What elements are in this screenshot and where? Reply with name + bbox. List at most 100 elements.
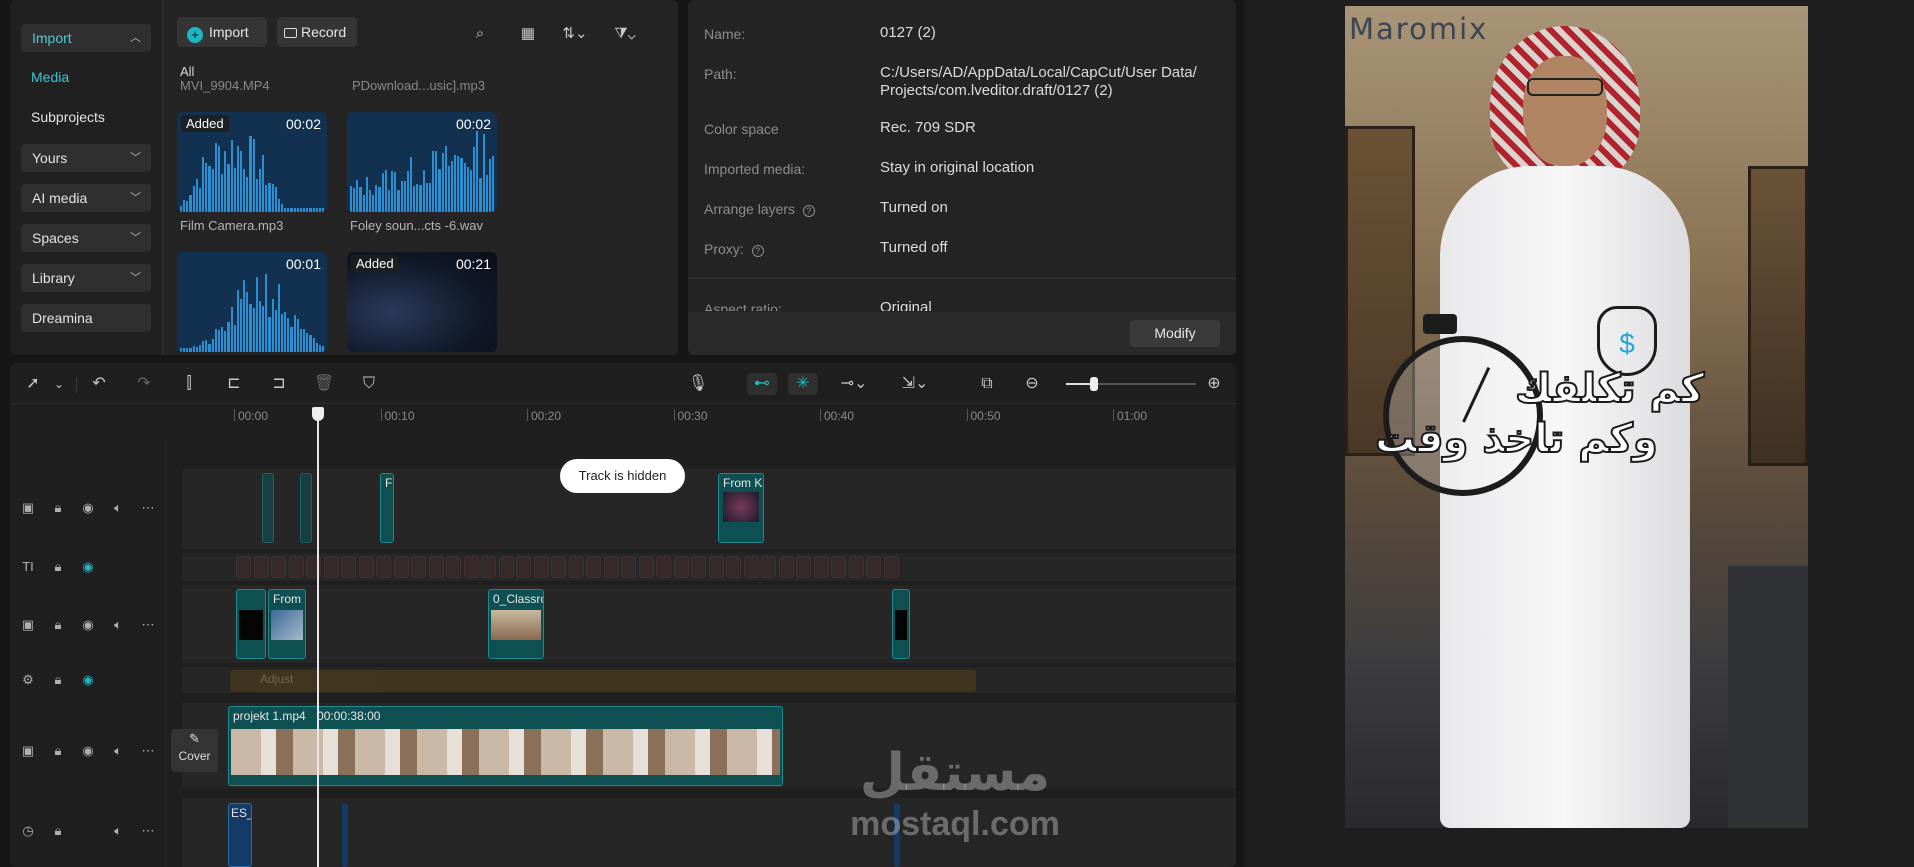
adjustment-clip[interactable]: Adjust — [230, 670, 976, 692]
text-clip[interactable] — [761, 556, 776, 578]
eye-icon[interactable]: ◉ — [80, 743, 96, 759]
modify-button[interactable]: Modify — [1130, 320, 1220, 347]
text-clip[interactable] — [691, 556, 706, 578]
speaker-icon[interactable]: 🔈︎ — [110, 617, 126, 633]
split-icon[interactable]: ⫿ — [178, 373, 200, 395]
text-clip[interactable] — [638, 556, 654, 578]
video-preview[interactable]: Maromix $ كم تكلفك وكم تاخذ وقت — [1345, 6, 1808, 828]
lock-icon[interactable]: 🔒︎ — [50, 559, 66, 575]
microphone-icon[interactable]: 🎙 — [687, 373, 709, 395]
sidebar-item-ai-media[interactable]: AI media ﹀ — [21, 184, 151, 212]
text-clip[interactable] — [866, 556, 881, 578]
text-clip[interactable] — [271, 556, 286, 578]
speaker-icon[interactable]: 🔈︎ — [110, 823, 126, 839]
timeline-clip[interactable] — [300, 473, 312, 543]
screen-icon[interactable]: ⧉ — [976, 373, 998, 395]
text-clip[interactable] — [323, 556, 339, 578]
timeline-clip[interactable] — [236, 589, 266, 659]
marker-icon[interactable]: ⛉ — [358, 373, 380, 395]
playhead-line[interactable] — [317, 419, 319, 867]
text-clip[interactable] — [236, 556, 251, 578]
text-clip[interactable] — [253, 556, 269, 578]
media-item-audio[interactable]: 00:01 — [177, 252, 327, 352]
timeline-clip[interactable]: 0_Classro — [488, 589, 544, 659]
main-track-magnet-icon[interactable]: ⊷ — [747, 373, 777, 395]
chevron-down-icon[interactable]: ⌄ — [48, 373, 70, 395]
text-clip[interactable] — [551, 556, 566, 578]
text-clip[interactable] — [883, 556, 899, 578]
more-icon[interactable]: ⋯ — [140, 500, 156, 516]
media-item-audio[interactable]: 00:02 — [347, 112, 497, 212]
delete-icon[interactable]: 🗑 — [313, 373, 335, 395]
eye-icon[interactable]: ◉ — [80, 672, 96, 688]
text-clip[interactable] — [848, 556, 864, 578]
lock-icon[interactable]: 🔒︎ — [50, 617, 66, 633]
text-clip[interactable] — [673, 556, 689, 578]
timeline-clip[interactable]: From — [268, 589, 306, 659]
media-item-audio[interactable]: Added 00:02 — [177, 112, 327, 212]
text-clip[interactable] — [726, 556, 741, 578]
text-clip[interactable] — [831, 556, 846, 578]
record-button[interactable]: Record — [277, 17, 357, 47]
text-clip[interactable] — [533, 556, 549, 578]
trim-right-icon[interactable]: ⊐ — [268, 373, 290, 395]
eye-icon[interactable]: ◉ — [80, 617, 96, 633]
trim-left-icon[interactable]: ⊏ — [223, 373, 245, 395]
speaker-icon[interactable]: 🔈︎ — [110, 743, 126, 759]
text-clip[interactable] — [411, 556, 426, 578]
timeline-clip[interactable]: F — [380, 473, 394, 543]
timeline-clip[interactable] — [262, 473, 274, 543]
lock-icon[interactable]: 🔒︎ — [50, 823, 66, 839]
lock-icon[interactable]: 🔒︎ — [50, 743, 66, 759]
more-icon[interactable]: ⋯ — [140, 823, 156, 839]
text-clip[interactable] — [288, 556, 304, 578]
zoom-in-icon[interactable]: ⊕ — [1203, 373, 1225, 395]
main-video-clip[interactable]: projekt 1.mp4 00:00:38:00 — [228, 706, 783, 786]
sidebar-item-dreamina[interactable]: Dreamina — [21, 304, 151, 332]
speaker-icon[interactable]: 🔈︎ — [110, 500, 126, 516]
eye-icon[interactable]: ◉ — [80, 500, 96, 516]
text-clip[interactable] — [358, 556, 374, 578]
info-icon[interactable]: ? — [802, 205, 815, 217]
media-item-video[interactable]: Added 00:21 — [347, 252, 497, 352]
sidebar-item-library[interactable]: Library ﹀ — [21, 264, 151, 292]
text-clip[interactable] — [376, 556, 391, 578]
filter-icon[interactable]: ⧩⌄ — [608, 24, 642, 44]
audio-clip[interactable]: ES_ — [228, 803, 252, 867]
auto-snap-icon[interactable]: ✳ — [788, 373, 818, 395]
text-clip[interactable] — [463, 556, 479, 578]
text-clip[interactable] — [481, 556, 496, 578]
zoom-slider[interactable] — [1066, 377, 1196, 391]
cover-button[interactable]: ✎ Cover — [171, 729, 218, 772]
sidebar-import-button[interactable]: Import ︿ — [21, 24, 151, 52]
text-clip[interactable] — [603, 556, 619, 578]
text-clip[interactable] — [428, 556, 444, 578]
text-clip[interactable] — [446, 556, 461, 578]
text-clip[interactable] — [516, 556, 531, 578]
sidebar-item-yours[interactable]: Yours ﹀ — [21, 144, 151, 172]
text-clip[interactable] — [586, 556, 601, 578]
text-clip[interactable] — [796, 556, 811, 578]
search-icon[interactable]: ⌕ — [470, 24, 490, 44]
undo-icon[interactable]: ↶ — [88, 373, 110, 395]
zoom-out-icon[interactable]: ⊖ — [1021, 373, 1043, 395]
preview-axis-icon[interactable]: ⇲⌄ — [895, 373, 935, 395]
lock-icon[interactable]: 🔒︎ — [50, 500, 66, 516]
more-icon[interactable]: ⋯ — [140, 743, 156, 759]
filter-all-tab[interactable]: All — [180, 64, 194, 79]
timeline-clip[interactable]: From K — [718, 473, 764, 543]
timeline-clip[interactable] — [892, 589, 910, 659]
zoom-slider-handle[interactable] — [1090, 377, 1098, 391]
sidebar-item-spaces[interactable]: Spaces ﹀ — [21, 224, 151, 252]
sidebar-item-media[interactable]: Media — [31, 67, 69, 87]
text-clip[interactable] — [393, 556, 409, 578]
text-clip[interactable] — [621, 556, 636, 578]
select-tool-icon[interactable]: ➚ — [22, 373, 44, 395]
redo-icon[interactable]: ↷ — [133, 373, 155, 395]
import-button[interactable]: + Import — [177, 17, 267, 47]
text-clip[interactable] — [743, 556, 759, 578]
more-icon[interactable]: ⋯ — [140, 617, 156, 633]
audio-clip[interactable] — [342, 803, 348, 867]
text-clip[interactable] — [568, 556, 584, 578]
text-clip[interactable] — [498, 556, 514, 578]
